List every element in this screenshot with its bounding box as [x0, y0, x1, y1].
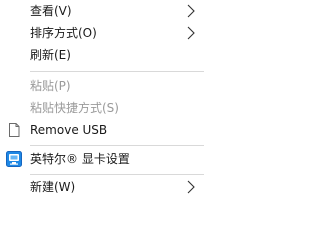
menu-item-paste-shortcut[interactable]: 粘贴快捷方式(S) — [0, 97, 204, 119]
menu-item-remove-usb-label: Remove USB — [30, 123, 108, 137]
menu-item-sort-by[interactable]: 排序方式(O) — [0, 22, 204, 44]
menu-item-paste-label: 粘贴(P) — [30, 79, 71, 93]
menu-item-view[interactable]: 查看(V) — [0, 0, 204, 22]
menu-separator — [30, 71, 204, 72]
menu-item-new-label: 新建(W) — [30, 180, 76, 194]
menu-item-view-label: 查看(V) — [30, 4, 72, 18]
menu-item-intel-graphics-settings[interactable]: 英特尔® 显卡设置 — [0, 148, 204, 170]
intel-graphics-icon — [6, 151, 22, 167]
menu-separator — [30, 145, 204, 146]
menu-item-paste-shortcut-label: 粘贴快捷方式(S) — [30, 101, 119, 115]
document-icon — [9, 123, 20, 137]
menu-item-remove-usb[interactable]: Remove USB — [0, 119, 204, 141]
menu-item-refresh-label: 刷新(E) — [30, 48, 71, 62]
desktop-context-menu: 查看(V) 排序方式(O) 刷新(E) 粘贴(P) 粘贴快捷方式(S) Remo… — [0, 0, 204, 201]
menu-separator — [30, 174, 204, 175]
chevron-right-icon — [187, 4, 195, 18]
menu-item-sort-by-label: 排序方式(O) — [30, 26, 97, 40]
menu-item-intel-graphics-settings-label: 英特尔® 显卡设置 — [30, 152, 130, 166]
menu-item-new[interactable]: 新建(W) — [0, 176, 204, 198]
chevron-right-icon — [187, 180, 195, 194]
chevron-right-icon — [187, 26, 195, 40]
menu-item-paste[interactable]: 粘贴(P) — [0, 75, 204, 97]
menu-item-refresh[interactable]: 刷新(E) — [0, 44, 204, 66]
